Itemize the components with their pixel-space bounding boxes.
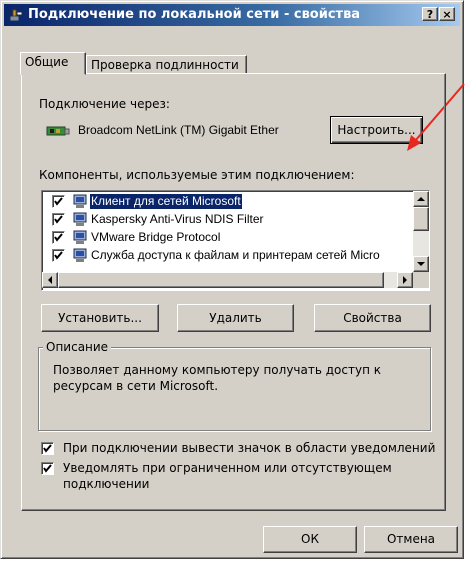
tab-general[interactable]: Общие [20,52,86,75]
tab-panel-general [21,73,446,511]
network-connection-icon [9,9,23,22]
close-button[interactable]: × [439,7,455,21]
title-bar[interactable]: Подключение по локальной сети - свойства… [4,4,460,26]
cancel-button[interactable]: Отмена [364,526,458,553]
help-button[interactable]: ? [422,7,438,21]
tab-authentication[interactable]: Проверка подлинности [86,55,247,74]
window-title: Подключение по локальной сети - свойства [28,7,361,22]
properties-dialog: Подключение по локальной сети - свойства… [0,0,465,559]
ok-button[interactable]: ОК [263,526,357,553]
